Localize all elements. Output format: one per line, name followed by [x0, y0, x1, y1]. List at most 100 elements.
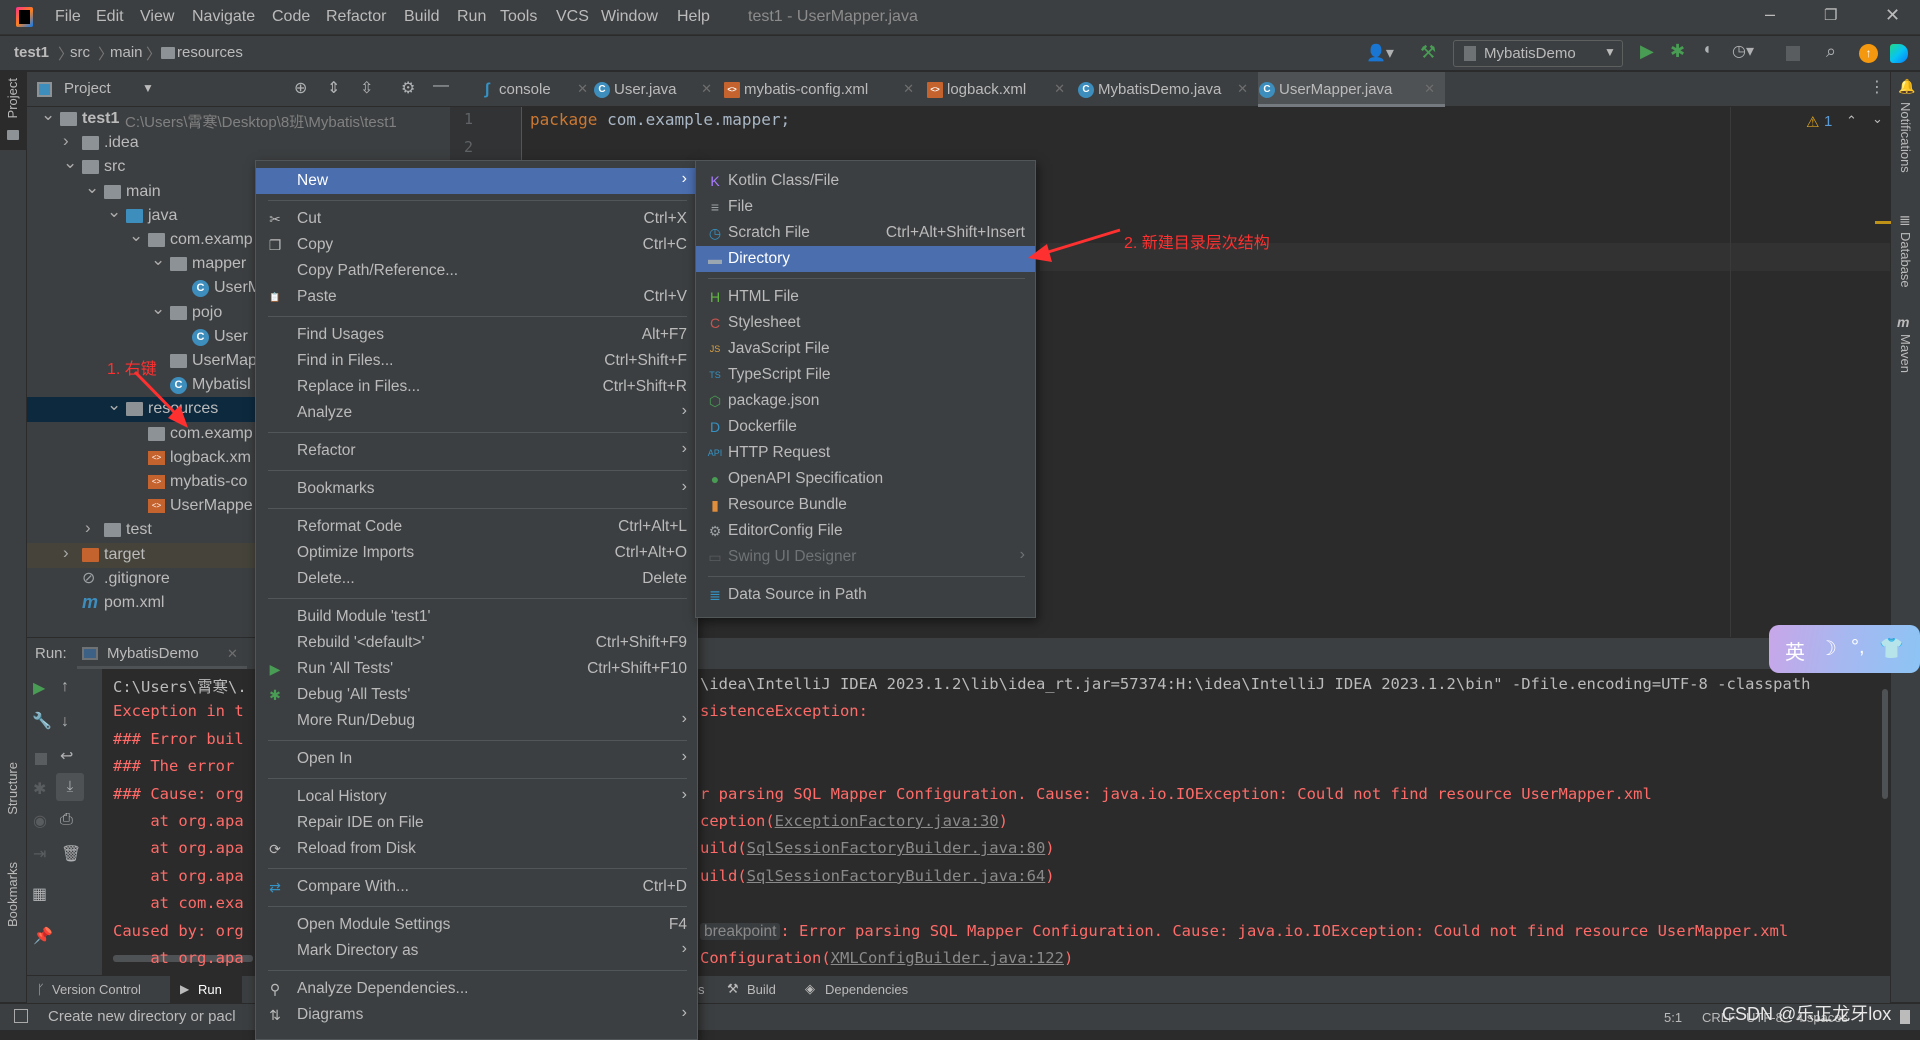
- run-icon[interactable]: ▶: [1640, 41, 1654, 62]
- chevron-down-icon[interactable]: ⌄: [85, 178, 99, 198]
- menu-item-rebuild-default[interactable]: Rebuild '<default>' Ctrl+Shift+F9: [256, 630, 697, 656]
- menu-item-typescript-file[interactable]: TS TypeScript File: [696, 362, 1035, 388]
- menu-run[interactable]: Run: [457, 8, 486, 26]
- menu-item-http-request[interactable]: API HTTP Request: [696, 440, 1035, 466]
- tab-mybatis-config-xml[interactable]: <> mybatis-config.xml ✕: [722, 72, 924, 107]
- chevron-down-icon[interactable]: ⌄: [129, 226, 143, 246]
- menu-item-repair-ide-on-file[interactable]: Repair IDE on File: [256, 810, 697, 836]
- tab-user-java[interactable]: C User.java ✕: [594, 72, 722, 107]
- menu-item-reload-from-disk[interactable]: ⟳ Reload from Disk: [256, 836, 697, 862]
- close-tab-icon[interactable]: ✕: [577, 81, 588, 97]
- ime-punctuation-icon[interactable]: °,: [1851, 636, 1865, 659]
- menu-item-open-in[interactable]: Open In ›: [256, 746, 697, 772]
- menu-window[interactable]: Window: [601, 8, 658, 26]
- close-tab-icon[interactable]: ✕: [1054, 81, 1065, 97]
- ime-moon-icon[interactable]: ☽: [1819, 636, 1837, 661]
- close-tab-icon[interactable]: ✕: [1237, 81, 1248, 97]
- lock-icon[interactable]: [1900, 1010, 1910, 1024]
- menu-item-delete[interactable]: Delete... Delete: [256, 566, 697, 592]
- down-arrow-icon[interactable]: ↓: [61, 713, 69, 731]
- stacktrace-link[interactable]: ExceptionFactory.java:30: [775, 812, 999, 830]
- chevron-right-icon[interactable]: ›: [63, 543, 69, 563]
- camera-icon[interactable]: ◉: [33, 811, 47, 831]
- run-config-dropdown[interactable]: MybatisDemo ▼: [1453, 40, 1623, 67]
- soft-wrap-icon[interactable]: ↩: [60, 746, 73, 766]
- menu-item-resource-bundle[interactable]: ▮ Resource Bundle: [696, 492, 1035, 518]
- ime-toolbar[interactable]: 英 ☽ °, 👕: [1769, 625, 1920, 673]
- menu-item-cut[interactable]: ✂ Cut Ctrl+X: [256, 206, 697, 232]
- build-tool-tab[interactable]: Build: [747, 982, 776, 997]
- coverage-icon[interactable]: ◖: [1702, 41, 1712, 59]
- bookmarks-tool-button[interactable]: Bookmarks: [0, 862, 26, 962]
- close-tab-icon[interactable]: ✕: [1424, 81, 1435, 97]
- menu-item-editorconfig-file[interactable]: ⚙ EditorConfig File: [696, 518, 1035, 544]
- debug-icon[interactable]: ✱: [1670, 41, 1685, 62]
- project-tool-button[interactable]: Project: [0, 72, 26, 150]
- warning-icon[interactable]: ⚠: [1806, 113, 1819, 131]
- menu-code[interactable]: Code: [272, 8, 310, 26]
- database-tool-button[interactable]: Database: [1898, 232, 1913, 288]
- close-tab-icon[interactable]: ✕: [701, 81, 712, 97]
- menu-file[interactable]: File: [55, 8, 81, 26]
- notifications-bell-icon[interactable]: 🔔: [1898, 78, 1915, 95]
- breadcrumb-resources[interactable]: resources: [177, 44, 243, 61]
- notifications-tool-button[interactable]: Notifications: [1898, 102, 1913, 173]
- trash-icon[interactable]: 🗑: [61, 844, 81, 864]
- stacktrace-link[interactable]: SqlSessionFactoryBuilder.java:64: [747, 867, 1046, 885]
- menu-item-replace-in-files[interactable]: Replace in Files... Ctrl+Shift+R: [256, 374, 697, 400]
- menu-help[interactable]: Help: [677, 8, 710, 26]
- console-scrollbar[interactable]: [1882, 689, 1888, 799]
- menu-edit[interactable]: Edit: [96, 8, 124, 26]
- close-window-button[interactable]: ✕: [1885, 5, 1900, 26]
- menu-item-bookmarks[interactable]: Bookmarks ›: [256, 476, 697, 502]
- menu-build[interactable]: Build: [404, 8, 440, 26]
- wrench-icon[interactable]: 🔧: [32, 711, 52, 731]
- menu-item-new[interactable]: New ›: [256, 168, 697, 194]
- menu-item-openapi-specification[interactable]: ● OpenAPI Specification: [696, 466, 1035, 492]
- dependencies-tool-tab[interactable]: Dependencies: [825, 982, 908, 997]
- menu-item-local-history[interactable]: Local History ›: [256, 784, 697, 810]
- menu-item-build-module-test1[interactable]: Build Module 'test1': [256, 604, 697, 630]
- menu-item-optimize-imports[interactable]: Optimize Imports Ctrl+Alt+O: [256, 540, 697, 566]
- menu-vcs[interactable]: VCS: [556, 8, 589, 26]
- maven-tool-button[interactable]: Maven: [1898, 334, 1913, 373]
- menu-item-copy[interactable]: ❐ Copy Ctrl+C: [256, 232, 697, 258]
- chevron-right-icon[interactable]: ›: [85, 518, 91, 538]
- menu-item-open-module-settings[interactable]: Open Module Settings F4: [256, 912, 697, 938]
- run-tab-mybatisdemo[interactable]: MybatisDemo ✕: [77, 638, 247, 669]
- tab-usermapper-java[interactable]: C UserMapper.java ✕: [1258, 72, 1445, 107]
- menu-item-dockerfile[interactable]: D Dockerfile: [696, 414, 1035, 440]
- minimize-button[interactable]: –: [1765, 4, 1775, 25]
- structure-tool-button[interactable]: Structure: [0, 762, 26, 842]
- stacktrace-link[interactable]: SqlSessionFactoryBuilder.java:80: [747, 839, 1046, 857]
- breadcrumb-src[interactable]: src: [70, 44, 90, 61]
- version-control-tab[interactable]: Version Control: [52, 982, 141, 997]
- menu-item-package-json[interactable]: ⬡ package.json: [696, 388, 1035, 414]
- menu-item-diagrams[interactable]: ⇅ Diagrams ›: [256, 1002, 697, 1028]
- tab-logback-xml[interactable]: <> logback.xml ✕: [924, 72, 1075, 107]
- chevron-down-icon[interactable]: ⌄: [107, 395, 121, 415]
- menu-item-reformat-code[interactable]: Reformat Code Ctrl+Alt+L: [256, 514, 697, 540]
- menu-item-paste[interactable]: 📋 Paste Ctrl+V: [256, 284, 697, 310]
- stop-icon[interactable]: [1786, 46, 1800, 61]
- restore-button[interactable]: ❐: [1824, 6, 1837, 24]
- chevron-down-icon[interactable]: ⌄: [107, 202, 121, 222]
- ime-language-icon[interactable]: 英: [1785, 636, 1805, 665]
- up-arrow-icon[interactable]: ↑: [61, 678, 69, 696]
- build-hammer-icon[interactable]: ⚒: [1420, 42, 1436, 63]
- menu-refactor[interactable]: Refactor: [326, 8, 386, 26]
- tab-mybatisdemo-java[interactable]: C MybatisDemo.java ✕: [1075, 72, 1258, 107]
- breadcrumb-main[interactable]: main: [110, 44, 143, 61]
- menu-tools[interactable]: Tools: [500, 8, 537, 26]
- caret-position[interactable]: 5:1: [1664, 1010, 1682, 1025]
- run-tool-tab[interactable]: ▶ Run: [170, 976, 242, 1003]
- previous-highlight-icon[interactable]: ⌃: [1846, 113, 1857, 129]
- ime-skin-icon[interactable]: 👕: [1879, 636, 1904, 661]
- scroll-to-end-icon[interactable]: ⤓: [56, 773, 84, 801]
- chevron-down-icon[interactable]: ⌄: [41, 107, 55, 125]
- tab-console[interactable]: ʃ console ✕: [471, 72, 598, 107]
- stop-icon[interactable]: [35, 753, 47, 765]
- pin-icon[interactable]: 📌: [33, 926, 53, 946]
- more-icon[interactable]: ⋮: [1869, 77, 1885, 97]
- menu-item-analyze[interactable]: Analyze ›: [256, 400, 697, 426]
